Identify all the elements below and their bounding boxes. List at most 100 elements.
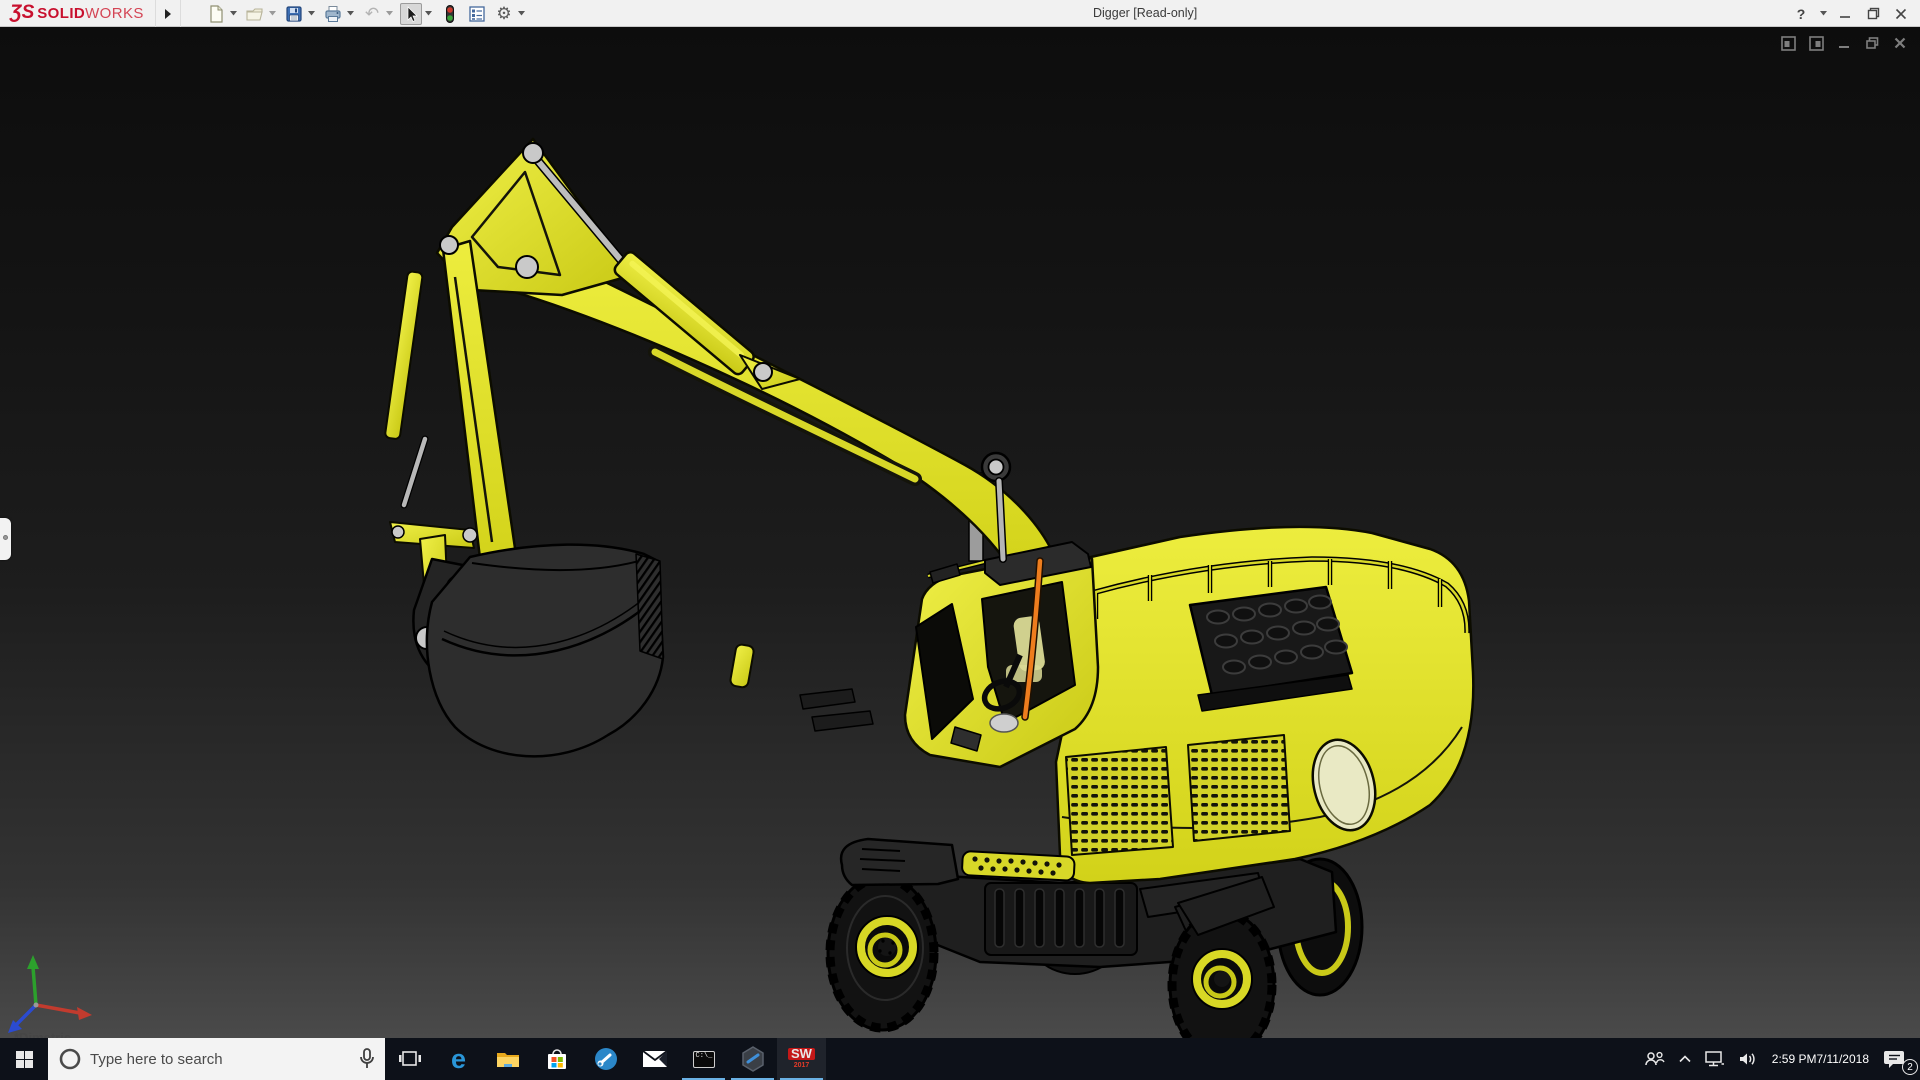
- undo-icon: ↶: [364, 3, 380, 24]
- restore-button[interactable]: [1862, 3, 1884, 25]
- system-tray: 2:59 PM 7/11/2018 2: [1638, 1038, 1920, 1080]
- doc-minimize-button[interactable]: [1834, 33, 1854, 53]
- file-properties-icon: [466, 3, 488, 25]
- task-view-icon: [398, 1051, 421, 1066]
- speaker-icon: [1739, 1053, 1755, 1065]
- document-window-controls: [1778, 33, 1910, 53]
- store-icon: [547, 1049, 566, 1069]
- arm-cylinder-body: [384, 270, 424, 440]
- save-button[interactable]: [282, 2, 318, 26]
- pane-split-icon[interactable]: [1778, 33, 1798, 53]
- file-explorer-icon: [496, 1053, 519, 1067]
- flyout-arrow-icon: [165, 8, 171, 19]
- orientation-triad[interactable]: [8, 955, 92, 1033]
- side-grille-left: [1065, 746, 1174, 856]
- panel-collapse-dot: [3, 535, 8, 540]
- panel-collapse-handle[interactable]: [0, 518, 11, 560]
- engine-block: [1188, 585, 1354, 712]
- print-button[interactable]: [321, 2, 357, 26]
- clock[interactable]: 2:59 PM 7/11/2018: [1764, 1038, 1877, 1080]
- tread-strip: [961, 850, 1076, 882]
- chevron-up-icon: [1679, 1055, 1691, 1063]
- triad-x-arrow: [77, 1007, 92, 1020]
- bucket-teeth: [635, 553, 664, 660]
- undo-button[interactable]: ↶: [360, 2, 396, 26]
- mail-button[interactable]: [630, 1038, 679, 1080]
- select-tool-button[interactable]: [399, 2, 435, 26]
- tools-button[interactable]: [581, 1038, 630, 1080]
- help-button[interactable]: ?: [1790, 3, 1812, 25]
- print-dropdown[interactable]: [344, 3, 356, 25]
- pane-split-right-icon[interactable]: [1806, 33, 1826, 53]
- network-button[interactable]: [1698, 1038, 1732, 1080]
- select-tool-dropdown[interactable]: [422, 3, 434, 25]
- doc-close-button[interactable]: [1890, 33, 1910, 53]
- cab-handle: [729, 643, 755, 689]
- windows-logo-icon: [15, 1050, 33, 1068]
- solidworks-2017-icon: SW 2017: [788, 1047, 815, 1071]
- file-explorer-button[interactable]: [483, 1038, 532, 1080]
- people-button[interactable]: [1638, 1038, 1672, 1080]
- arm-cylinder-rod: [401, 436, 428, 508]
- cab: [903, 541, 1100, 769]
- volume-button[interactable]: [1732, 1038, 1764, 1080]
- save-icon: [283, 3, 305, 25]
- solidworks-logo: ƷS SOLID WORKS: [10, 2, 144, 23]
- excavator-model[interactable]: [384, 137, 1475, 1038]
- save-dropdown[interactable]: [305, 3, 317, 25]
- solidworks-logo-light: WORKS: [85, 4, 144, 22]
- solidworks-2017-button[interactable]: SW 2017: [777, 1038, 826, 1080]
- help-dropdown[interactable]: [1818, 3, 1828, 25]
- triad-y-arrow: [27, 955, 39, 969]
- search-input[interactable]: [90, 1050, 359, 1068]
- action-center-button[interactable]: 2: [1877, 1038, 1920, 1080]
- document-title: Digger [Read-only]: [1093, 6, 1198, 20]
- select-arrow-icon: [400, 2, 422, 25]
- close-button[interactable]: [1890, 3, 1912, 25]
- open-button[interactable]: [243, 2, 279, 26]
- new-document-icon: [205, 3, 227, 25]
- notification-badge: 2: [1902, 1059, 1918, 1075]
- bucket: [425, 543, 665, 758]
- quick-access-toolbar: ↶ ⚙: [204, 0, 531, 27]
- solidworks-logo-glyph: ƷS: [10, 2, 35, 23]
- microphone-icon[interactable]: [359, 1048, 375, 1070]
- clock-date: 7/11/2018: [1816, 1051, 1870, 1066]
- front-fender: [839, 837, 960, 887]
- edge-icon: e: [450, 1043, 467, 1074]
- front-right-wheel: [1167, 908, 1277, 1038]
- doc-restore-button[interactable]: [1862, 33, 1882, 53]
- wrench-circle-icon: [594, 1048, 617, 1070]
- open-dropdown[interactable]: [266, 3, 278, 25]
- rebuild-button[interactable]: [438, 2, 462, 26]
- hexagon-app-button[interactable]: [728, 1038, 777, 1080]
- start-button[interactable]: [0, 1038, 48, 1080]
- taskbar-search[interactable]: [48, 1038, 385, 1080]
- side-grille-right: [1187, 734, 1291, 842]
- undo-dropdown[interactable]: [383, 3, 395, 25]
- mail-icon: [642, 1050, 667, 1067]
- network-icon: [1705, 1051, 1724, 1067]
- command-prompt-icon: C:\_: [692, 1050, 715, 1068]
- title-bar: ƷS SOLID WORKS ↶ ⚙ Digger [Read-only] ?: [0, 0, 1920, 27]
- task-view-button[interactable]: [385, 1038, 434, 1080]
- solidworks-logo-bold: SOLID: [37, 4, 86, 22]
- store-button[interactable]: [532, 1038, 581, 1080]
- file-properties-button[interactable]: [465, 2, 489, 26]
- options-dropdown[interactable]: [515, 3, 527, 25]
- open-folder-icon: [244, 3, 266, 25]
- new-document-dropdown[interactable]: [227, 3, 239, 25]
- viewport-canvas[interactable]: [0, 27, 1920, 1038]
- hexagon-app-icon: [741, 1046, 764, 1072]
- new-document-button[interactable]: [204, 2, 240, 26]
- window-controls: ?: [1790, 0, 1912, 27]
- menu-expand-button[interactable]: [155, 0, 181, 27]
- front-left-wheel: [825, 873, 939, 1033]
- rebuild-traffic-light-icon: [439, 3, 461, 25]
- show-hidden-icons-button[interactable]: [1672, 1038, 1698, 1080]
- minimize-button[interactable]: [1834, 3, 1856, 25]
- options-button[interactable]: ⚙: [492, 2, 528, 26]
- command-prompt-button[interactable]: C:\_: [679, 1038, 728, 1080]
- edge-button[interactable]: e: [434, 1038, 483, 1080]
- graphics-viewport[interactable]: *Dimetric: [0, 27, 1920, 1045]
